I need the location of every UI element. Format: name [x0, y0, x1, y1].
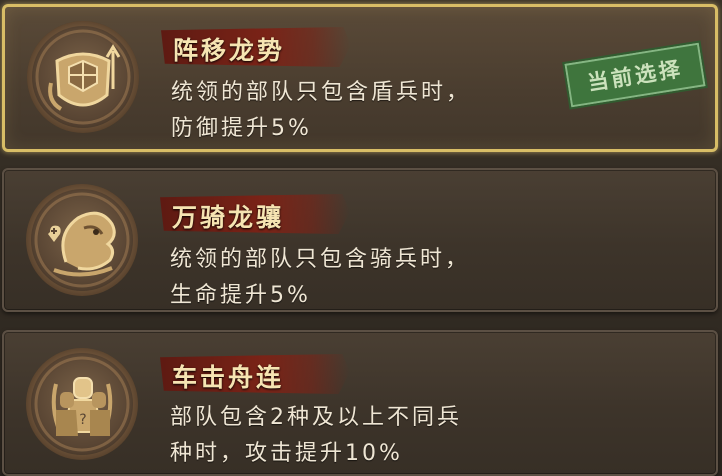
current-selection-stamp: 当前选择 [562, 39, 708, 111]
shield-turtle-icon [27, 21, 139, 133]
option-card-cavalry-formation[interactable]: 万骑龙骧 统领的部队只包含骑兵时， 生命提升5% [2, 168, 718, 312]
option-card-mixed-formation[interactable]: ? 车击舟连 部队包含2种及以上不同兵 种时，攻击提升10% [2, 330, 718, 476]
description-line: 生命提升5% [170, 283, 311, 308]
armored-soldiers-icon: ? [26, 348, 138, 460]
option-title: 万骑龙骧 [172, 203, 285, 232]
description-line: 种时，攻击提升10% [170, 441, 403, 466]
dragon-heart-icon [26, 184, 138, 296]
formation-bonus-list: 阵移龙势 统领的部队只包含盾兵时， 防御提升5% 当前选择 万骑龙骧 统领的部队… [0, 0, 722, 476]
option-description: 统领的部队只包含盾兵时， 防御提升5% [171, 75, 471, 147]
option-title: 车击舟连 [172, 363, 285, 392]
description-line: 统领的部队只包含盾兵时， [171, 80, 472, 105]
option-description: 统领的部队只包含骑兵时， 生命提升5% [170, 242, 470, 314]
description-line: 统领的部队只包含骑兵时， [170, 247, 471, 272]
option-card-shield-formation[interactable]: 阵移龙势 统领的部队只包含盾兵时， 防御提升5% 当前选择 [2, 4, 718, 152]
description-line: 部队包含2种及以上不同兵 [170, 405, 462, 430]
option-description: 部队包含2种及以上不同兵 种时，攻击提升10% [170, 400, 462, 472]
svg-text:?: ? [79, 412, 86, 428]
description-line: 防御提升5% [171, 116, 312, 141]
option-title: 阵移龙势 [173, 36, 286, 65]
